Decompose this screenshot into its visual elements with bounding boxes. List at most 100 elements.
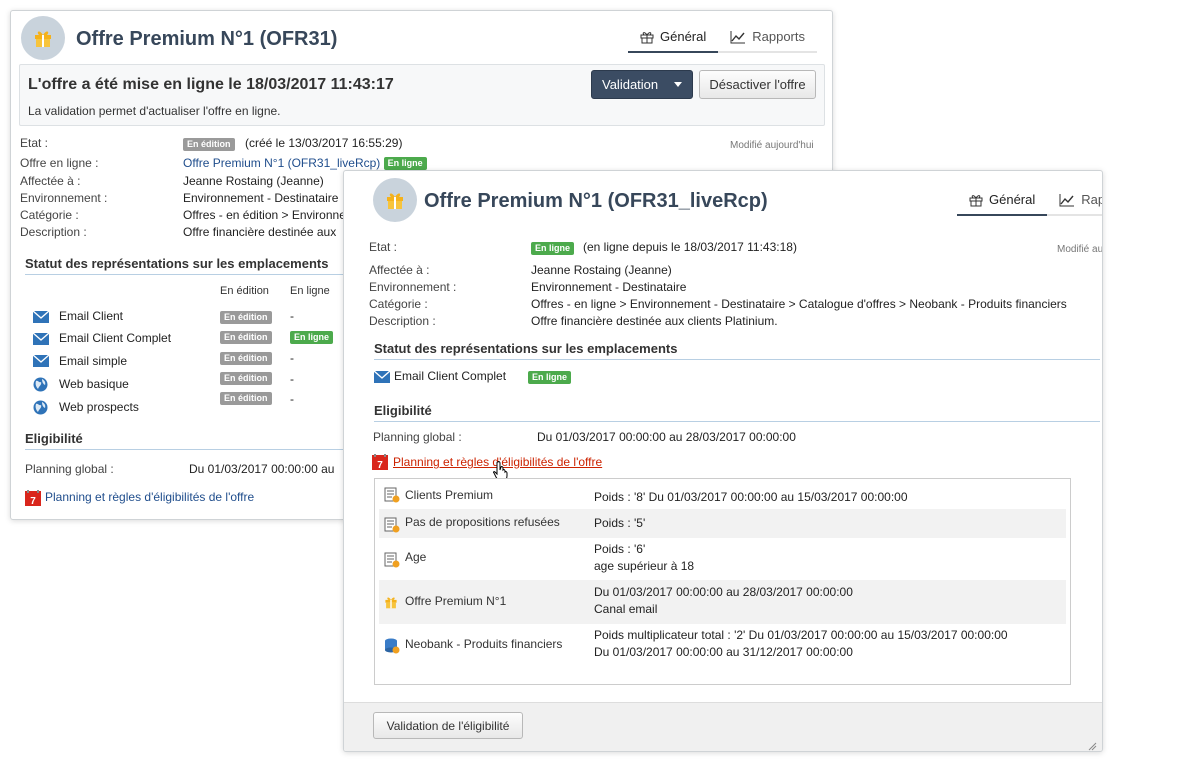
eligibility-rule-row: Pas de propositions refusées Poids : '5' xyxy=(379,509,1066,538)
caret-down-icon xyxy=(674,82,682,87)
offer-avatar xyxy=(21,16,65,60)
status-badge: En ligne xyxy=(383,157,427,170)
rule-detail: Poids multiplicateur total : '2' Du 01/0… xyxy=(594,627,1008,661)
rule-detail: Du 01/03/2017 00:00:00 au 28/03/2017 00:… xyxy=(594,584,853,618)
status-badge: En édition xyxy=(220,331,272,344)
rule-detail-line: Poids multiplicateur total : '2' Du 01/0… xyxy=(594,628,1008,642)
online-status-subtitle: La validation permet d'actualiser l'offr… xyxy=(28,104,281,118)
etat-value: (en ligne depuis le 18/03/2017 11:43:18) xyxy=(583,240,797,254)
tab-general[interactable]: Général xyxy=(957,186,1048,216)
eligibility-rule-row: Offre Premium N°1 Du 01/03/2017 00:00:00… xyxy=(379,580,1066,624)
globe-icon xyxy=(33,377,48,392)
validation-button[interactable]: Validation xyxy=(591,70,693,99)
planning-label: Planning global : xyxy=(25,462,114,476)
tab-label: Rapports xyxy=(752,29,805,44)
status-badge: En édition xyxy=(220,392,272,405)
rule-detail-line: Du 01/03/2017 00:00:00 au 28/03/2017 00:… xyxy=(594,585,853,599)
globe-icon xyxy=(33,400,48,415)
etat-label: Etat : xyxy=(369,240,398,254)
panel-header: Offre Premium N°1 (OFR31_liveRcp) Généra… xyxy=(344,171,1102,227)
rule-detail-line: Poids : '6' xyxy=(594,542,646,556)
tab-label: Général xyxy=(660,29,707,44)
etat-label: Etat : xyxy=(20,136,49,150)
gift-outline-icon xyxy=(969,194,983,206)
etat-value: (créé le 13/03/2017 16:55:29) xyxy=(245,136,403,150)
tab-reports[interactable]: Rapports xyxy=(1047,186,1102,216)
chart-line-icon xyxy=(730,30,746,43)
rule-name: Clients Premium xyxy=(405,488,494,502)
tab-reports[interactable]: Rapports xyxy=(718,23,817,53)
gift-outline-icon xyxy=(640,31,654,43)
rule-name: Age xyxy=(405,550,427,564)
planning-value: Du 01/03/2017 00:00:00 au 28/03/2017 00:… xyxy=(537,430,796,444)
tab-label: Général xyxy=(989,192,1036,207)
deactivate-offer-button[interactable]: Désactiver l'offre xyxy=(699,70,816,99)
rule-detail: Poids : '5' xyxy=(594,515,645,532)
eligibility-rules-link[interactable]: Planning et règles d'éligibilités de l'o… xyxy=(45,490,254,504)
online-status-box: L'offre a été mise en ligne le 18/03/201… xyxy=(19,64,825,126)
environment-label: Environnement : xyxy=(369,280,457,294)
placements-section-title: Statut des représentations sur les empla… xyxy=(374,341,1100,360)
rule-detail-line: Canal email xyxy=(594,602,658,616)
placement-name: Web prospects xyxy=(59,400,139,414)
calendar-icon: 7 xyxy=(372,454,388,470)
rule-detail-line: Poids : '5' xyxy=(594,516,646,530)
resize-grip-icon[interactable] xyxy=(1087,741,1097,751)
status-badge: En ligne xyxy=(528,371,572,384)
status-badge: En édition xyxy=(220,352,272,365)
environment-label: Environnement : xyxy=(20,191,108,205)
online-offer-link[interactable]: Offre Premium N°1 (OFR31_liveRcp) xyxy=(183,156,380,170)
eligibility-rule-row: Age Poids : '6' age supérieur à 18 xyxy=(379,538,1066,580)
panel-header: Offre Premium N°1 (OFR31) Général Rappor… xyxy=(11,11,832,67)
offer-online-panel: Offre Premium N°1 (OFR31_liveRcp) Généra… xyxy=(343,170,1103,752)
description-value: Offre financière destinée aux xyxy=(183,225,337,239)
modified-date: Modifié aujourd'hui xyxy=(1057,244,1103,255)
online-offer-value: Offre Premium N°1 (OFR31_liveRcp) En lig… xyxy=(183,156,427,170)
svg-text:7: 7 xyxy=(30,496,36,506)
online-status: - xyxy=(290,309,294,323)
eligibility-rule-row: Clients Premium Poids : '8' Du 01/03/201… xyxy=(379,483,1066,509)
panel-footer: Validation de l'éligibilité xyxy=(344,702,1102,751)
rule-detail-line: Poids : '8' Du 01/03/2017 00:00:00 au 15… xyxy=(594,490,908,504)
column-header-online: En ligne xyxy=(290,285,330,297)
gift-icon xyxy=(35,31,51,47)
online-offer-label: Offre en ligne : xyxy=(20,156,99,170)
assigned-label: Affectée à : xyxy=(20,174,81,188)
rule-icon xyxy=(384,552,400,568)
page-title: Offre Premium N°1 (OFR31) xyxy=(76,28,338,50)
envelope-icon xyxy=(33,311,49,323)
online-status: - xyxy=(290,392,294,406)
validation-button-label: Validation xyxy=(602,77,659,92)
rule-icon xyxy=(384,487,400,503)
tab-label: Rapports xyxy=(1081,192,1102,207)
category-label: Catégorie : xyxy=(369,297,428,311)
assigned-label: Affectée à : xyxy=(369,263,430,277)
description-label: Description : xyxy=(20,225,87,239)
environment-value: Environnement - Destinataire xyxy=(183,191,339,205)
envelope-icon xyxy=(33,333,49,345)
rule-name: Offre Premium N°1 xyxy=(405,594,507,608)
assigned-value: Jeanne Rostaing (Jeanne) xyxy=(183,174,324,188)
tab-bar: Général Rapports xyxy=(628,23,817,53)
calendar-icon: 7 xyxy=(25,490,41,506)
online-status-title: L'offre a été mise en ligne le 18/03/201… xyxy=(28,76,394,93)
status-badge: En ligne xyxy=(531,242,575,255)
tab-bar: Général Rapports xyxy=(957,186,1102,216)
online-status: - xyxy=(290,372,294,386)
rule-detail-line: Du 01/03/2017 00:00:00 au 31/12/2017 00:… xyxy=(594,645,853,659)
rule-detail: Poids : '6' age supérieur à 18 xyxy=(594,541,694,575)
description-label: Description : xyxy=(369,314,436,328)
placement-name: Email simple xyxy=(59,354,128,368)
eligibility-rules-table: Clients Premium Poids : '8' Du 01/03/201… xyxy=(374,478,1071,685)
assigned-value: Jeanne Rostaing (Jeanne) xyxy=(531,263,672,277)
envelope-icon xyxy=(33,355,49,367)
validate-eligibility-button[interactable]: Validation de l'éligibilité xyxy=(373,712,523,739)
tab-general[interactable]: Général xyxy=(628,23,719,53)
rule-icon xyxy=(384,517,400,533)
svg-text:7: 7 xyxy=(377,460,383,470)
rule-name: Pas de propositions refusées xyxy=(405,515,560,529)
gift-icon xyxy=(387,193,403,209)
column-header-edition: En édition xyxy=(220,285,269,297)
planning-value: Du 01/03/2017 00:00:00 au xyxy=(189,462,335,476)
rule-detail: Poids : '8' Du 01/03/2017 00:00:00 au 15… xyxy=(594,489,908,506)
